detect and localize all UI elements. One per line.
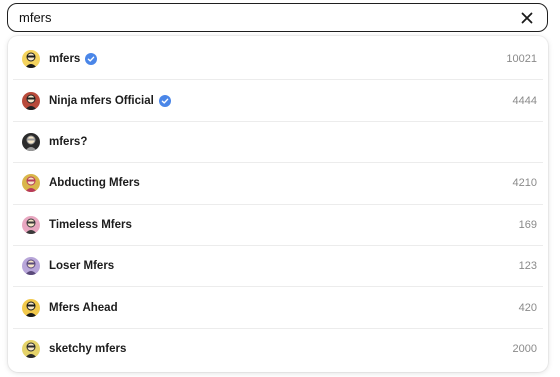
search-result-item[interactable]: sketchy mfers 2000 (13, 329, 543, 370)
search-input[interactable] (19, 4, 511, 31)
search-result-item[interactable]: Loser Mfers 123 (13, 246, 543, 288)
search-result-item[interactable]: Timeless Mfers 169 (13, 205, 543, 246)
avatar (22, 50, 40, 69)
result-name: Timeless Mfers (49, 218, 132, 231)
search-result-item[interactable]: Abducting Mfers 4210 (13, 163, 543, 205)
avatar (22, 132, 40, 151)
verified-badge-icon (85, 53, 98, 66)
loser-mfers-avatar-icon (22, 257, 40, 276)
avatar (22, 298, 40, 317)
item-count: 2000 (512, 343, 537, 356)
item-count: 123 (518, 260, 537, 273)
avatar (22, 91, 40, 110)
search-page: mfers 10021 Ninja mfers Official 4444 mfers?… (0, 0, 560, 377)
verified-badge-icon (158, 94, 171, 107)
search-result-item[interactable]: mfers 10021 (13, 39, 543, 81)
mfers-question-avatar-icon (22, 132, 40, 151)
result-name: sketchy mfers (49, 343, 127, 356)
result-name: mfers? (49, 135, 88, 148)
result-name: Abducting Mfers (49, 177, 140, 190)
search-bar (7, 3, 548, 32)
search-result-item[interactable]: Ninja mfers Official 4444 (13, 80, 543, 122)
item-count: 10021 (506, 53, 537, 66)
mfers-ahead-avatar-icon (22, 298, 40, 317)
search-results-dropdown: mfers 10021 Ninja mfers Official 4444 mfers?… (8, 36, 548, 372)
abducting-mfers-avatar-icon (22, 174, 40, 193)
avatar (22, 340, 40, 359)
item-count: 4444 (512, 94, 537, 107)
avatar (22, 174, 40, 193)
search-result-item[interactable]: Mfers Ahead 420 (13, 287, 543, 329)
result-name: Loser Mfers (49, 260, 115, 273)
search-result-item[interactable]: mfers? (13, 122, 543, 164)
ninja-mfers-avatar-icon (22, 91, 40, 110)
clear-search-button[interactable] (517, 8, 537, 28)
item-count: 420 (518, 301, 537, 314)
result-name: mfers (49, 53, 81, 66)
avatar (22, 257, 40, 276)
avatar (22, 215, 40, 234)
item-count: 169 (518, 218, 537, 231)
close-icon (521, 12, 533, 23)
timeless-mfers-avatar-icon (22, 215, 40, 234)
mfers-avatar-icon (22, 50, 40, 69)
item-count: 4210 (512, 177, 537, 190)
sketchy-mfers-avatar-icon (22, 340, 40, 359)
result-name: Mfers Ahead (49, 301, 118, 314)
result-name: Ninja mfers Official (49, 94, 154, 107)
